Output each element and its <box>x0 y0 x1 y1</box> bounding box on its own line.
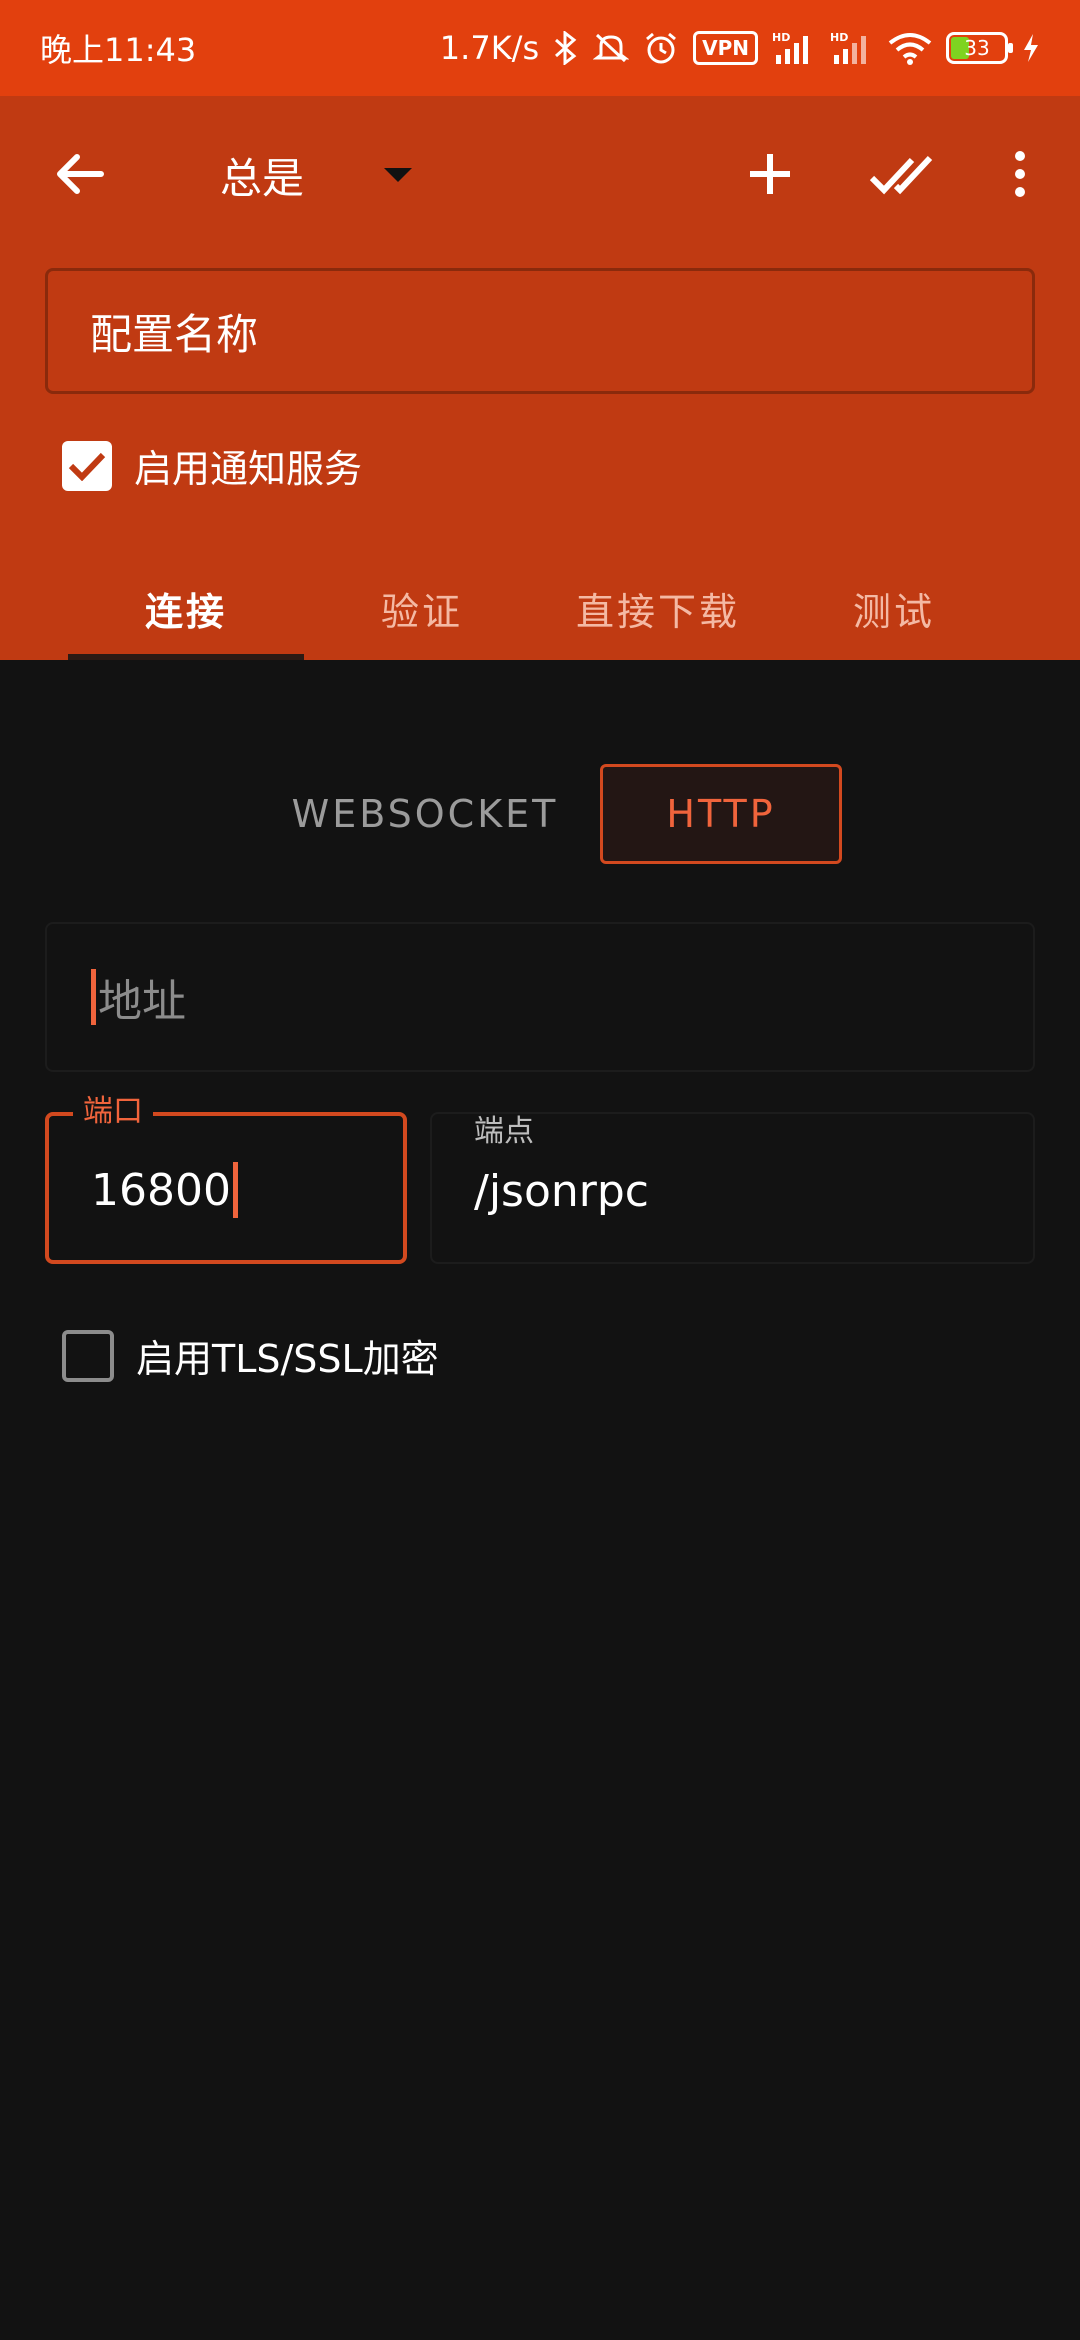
address-placeholder: 地址 <box>98 976 186 1027</box>
status-time: 晚上11:43 <box>40 31 197 69</box>
alarm-icon <box>643 31 679 65</box>
vpn-icon: VPN <box>693 31 758 65</box>
port-value: 16800 <box>91 1164 231 1216</box>
profile-name-input[interactable]: 配置名称 <box>45 268 1035 394</box>
spinner-value: 总是 <box>220 153 305 203</box>
tab-bar: 连接 验证 直接下载 测试 <box>0 556 1080 660</box>
app-bar: 总是 配置名称 启用通知服务 连接 验证 直接下载 测试 <box>0 96 1080 660</box>
http-button[interactable]: HTTP <box>600 764 842 864</box>
endpoint-label: 端点 <box>474 1114 534 1149</box>
check-icon <box>68 452 106 481</box>
plus-icon <box>750 154 790 194</box>
port-label: 端口 <box>73 1092 153 1132</box>
wifi-icon <box>888 31 932 65</box>
battery-percent: 33 <box>964 36 990 60</box>
status-bar: 晚上11:43 1.7K/s VPN HD HD 33 <box>0 0 1080 96</box>
mode-spinner[interactable]: 总是 <box>220 140 413 210</box>
tls-label: 启用TLS/SSL加密 <box>136 1337 439 1381</box>
status-icons: 1.7K/s VPN HD HD 33 <box>440 29 1040 67</box>
text-cursor <box>91 969 96 1025</box>
dropdown-arrow-icon <box>384 168 413 182</box>
add-button[interactable] <box>730 134 810 214</box>
websocket-button[interactable]: WEBSOCKET <box>250 764 600 864</box>
svg-text:HD: HD <box>772 31 790 44</box>
toolbar: 总是 <box>0 96 1080 252</box>
network-speed: 1.7K/s <box>439 29 540 67</box>
notify-service-checkbox[interactable] <box>62 440 112 491</box>
mute-icon <box>593 31 630 65</box>
tab-indicator <box>68 654 304 660</box>
double-check-icon <box>870 155 933 195</box>
svg-text:HD: HD <box>830 31 848 44</box>
port-value-wrap: 16800 <box>91 1162 240 1218</box>
signal-icon-2: HD <box>830 31 874 65</box>
bluetooth-icon <box>553 31 579 65</box>
tab-direct-download[interactable]: 直接下载 <box>540 556 776 660</box>
tab-test[interactable]: 测试 <box>776 556 1012 660</box>
tls-checkbox[interactable] <box>62 1329 114 1382</box>
arrow-back-icon <box>57 154 104 194</box>
address-input[interactable]: 地址 <box>45 922 1035 1072</box>
notify-service-label: 启用通知服务 <box>134 447 363 491</box>
charging-icon <box>1022 33 1040 63</box>
port-input[interactable]: 端口 16800 <box>45 1092 407 1264</box>
more-vert-icon <box>1015 151 1025 197</box>
endpoint-input[interactable]: 端点 /jsonrpc <box>430 1112 1035 1264</box>
tls-row[interactable]: 启用TLS/SSL加密 <box>62 1328 439 1383</box>
more-options-button[interactable] <box>980 134 1060 214</box>
done-all-button[interactable] <box>862 134 942 214</box>
signal-icon: HD <box>772 31 816 65</box>
text-cursor <box>232 1162 238 1218</box>
tab-connection[interactable]: 连接 <box>68 556 304 660</box>
tab-authentication[interactable]: 验证 <box>304 556 540 660</box>
battery-icon: 33 <box>946 32 1013 64</box>
endpoint-value: /jsonrpc <box>474 1166 649 1217</box>
back-button[interactable] <box>40 134 120 214</box>
protocol-toggle: WEBSOCKET HTTP <box>250 764 842 864</box>
notify-service-row[interactable]: 启用通知服务 <box>62 438 362 493</box>
